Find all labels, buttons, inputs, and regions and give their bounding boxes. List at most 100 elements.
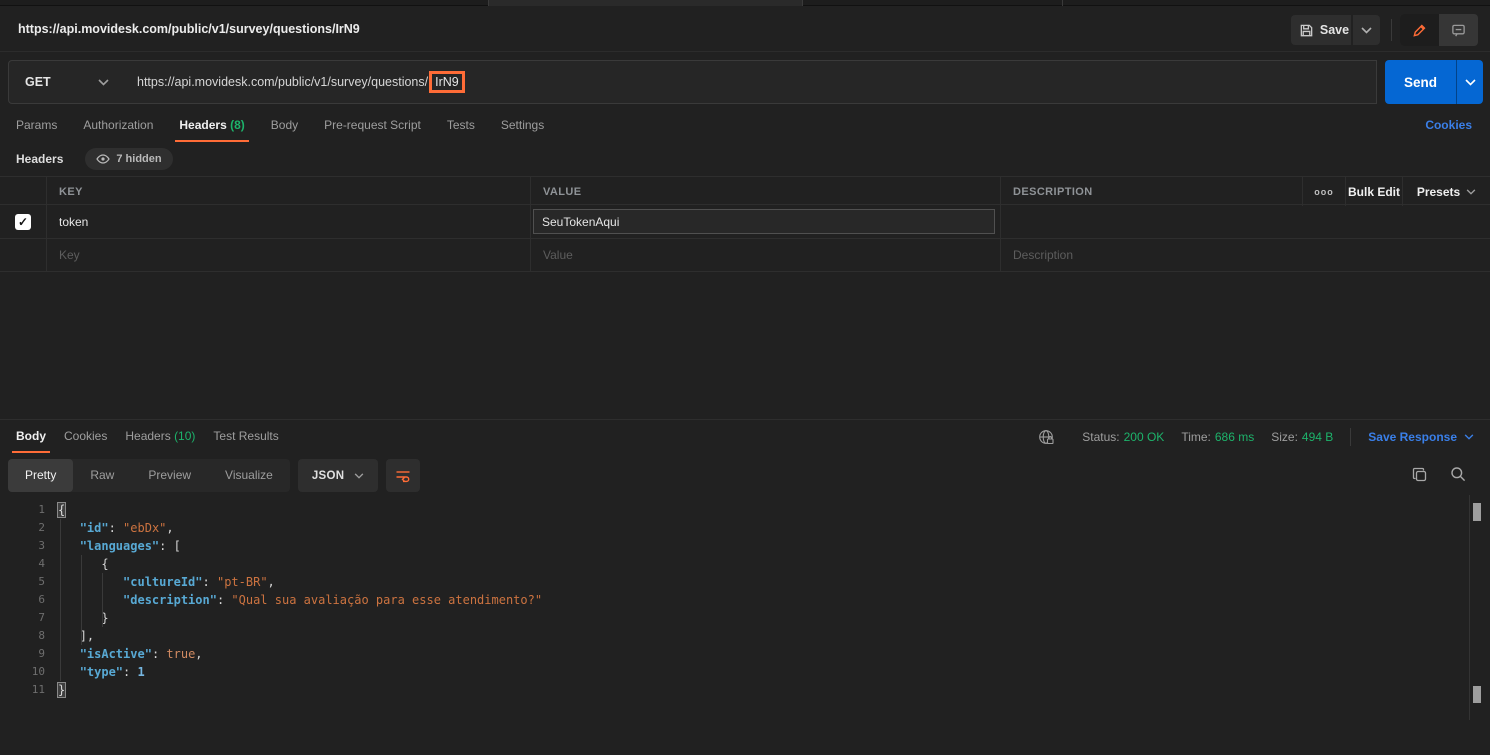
tab-divider xyxy=(802,0,803,6)
response-tab-bar: Body Cookies Headers (10) Test Results xyxy=(12,420,279,454)
method-select[interactable]: GET xyxy=(8,60,122,104)
headers-section-title: Headers xyxy=(16,152,64,166)
url-highlight-box: IrN9 xyxy=(429,71,465,93)
chevron-down-icon xyxy=(1361,26,1372,34)
view-visualize[interactable]: Visualize xyxy=(208,459,290,492)
indent-guide xyxy=(102,573,103,627)
header-key-cell[interactable]: token xyxy=(47,215,88,229)
method-label: GET xyxy=(25,75,51,89)
send-button[interactable]: Send xyxy=(1385,60,1456,104)
table-new-row: Key Value Description xyxy=(0,239,1490,272)
response-tab-headers[interactable]: Headers (10) xyxy=(125,421,195,453)
code-line: 6 "description": "Qual sua avaliação par… xyxy=(0,591,1490,609)
response-tab-body[interactable]: Body xyxy=(12,421,50,453)
save-label: Save xyxy=(1319,23,1350,37)
response-body-viewer[interactable]: 1{2 "id": "ebDx", 3 "languages": [4 {5 "c… xyxy=(0,495,1490,755)
view-raw[interactable]: Raw xyxy=(73,459,131,492)
indent-guide xyxy=(81,555,82,645)
more-options-icon[interactable]: ooo xyxy=(1302,177,1345,206)
time-value: 686 ms xyxy=(1214,430,1255,444)
size-label: Size: xyxy=(1271,430,1298,444)
comment-icon xyxy=(1451,23,1466,38)
tab-headers[interactable]: Headers (8) xyxy=(175,110,250,142)
indent-guide xyxy=(60,519,61,681)
line-number: 6 xyxy=(38,593,45,606)
tab-pre-request-script[interactable]: Pre-request Script xyxy=(324,110,421,142)
header-value-input[interactable]: SeuTokenAqui xyxy=(533,209,995,234)
code-line: 11} xyxy=(0,681,1490,699)
view-preview[interactable]: Preview xyxy=(131,459,208,492)
eye-icon xyxy=(96,154,111,164)
line-number: 5 xyxy=(38,575,45,588)
active-tab-segment xyxy=(488,0,802,6)
headers-count: (8) xyxy=(230,118,245,132)
code-line: 2 "id": "ebDx", xyxy=(0,519,1490,537)
send-options-button[interactable] xyxy=(1456,60,1483,104)
code-line: 10 "type": 1 xyxy=(0,663,1490,681)
new-key-input[interactable]: Key xyxy=(47,248,80,262)
view-pretty[interactable]: Pretty xyxy=(8,459,74,492)
globe-lock-icon xyxy=(1038,429,1055,446)
comment-button[interactable] xyxy=(1439,14,1478,46)
send-label: Send xyxy=(1403,74,1437,90)
format-select[interactable]: JSON xyxy=(297,459,379,492)
hidden-headers-toggle[interactable]: 7 hidden xyxy=(85,148,173,170)
url-text: https://api.movidesk.com/public/v1/surve… xyxy=(137,75,429,89)
wrap-lines-button[interactable] xyxy=(386,459,421,492)
table-header-row: KEY VALUE DESCRIPTION ooo Bulk Edit Pres… xyxy=(0,176,1490,206)
edit-comment-group xyxy=(1400,14,1478,46)
headers-meta-row: Headers 7 hidden xyxy=(16,146,173,172)
response-toolbar: Pretty Raw Preview Visualize JSON xyxy=(8,459,421,492)
line-number: 2 xyxy=(38,521,45,534)
scrollbar-mark[interactable] xyxy=(1473,686,1481,703)
save-response-button[interactable]: Save Response xyxy=(1368,430,1474,444)
response-tab-cookies[interactable]: Cookies xyxy=(64,421,107,453)
line-number: 8 xyxy=(38,629,45,642)
save-options-button[interactable] xyxy=(1352,15,1380,45)
new-value-input[interactable]: Value xyxy=(531,248,573,262)
divider xyxy=(1350,428,1352,446)
copy-icon[interactable] xyxy=(1411,466,1428,488)
code-line: 7 } xyxy=(0,609,1490,627)
hidden-badge-label: 7 hidden xyxy=(116,153,162,165)
search-icon[interactable] xyxy=(1450,466,1466,487)
divider xyxy=(1391,19,1392,41)
request-title: https://api.movidesk.com/public/v1/surve… xyxy=(18,22,360,36)
tab-authorization[interactable]: Authorization xyxy=(83,110,153,142)
header-description-cell[interactable] xyxy=(1000,205,1490,238)
tab-divider xyxy=(488,0,489,6)
table-row: token SeuTokenAqui xyxy=(0,205,1490,239)
response-tab-test-results[interactable]: Test Results xyxy=(213,421,278,453)
new-description-input[interactable]: Description xyxy=(1001,248,1073,262)
scrollbar-mark[interactable] xyxy=(1473,503,1481,521)
url-input[interactable]: https://api.movidesk.com/public/v1/surve… xyxy=(121,60,1377,104)
code-line: 4 { xyxy=(0,555,1490,573)
column-value: VALUE xyxy=(543,185,582,198)
wrap-text-icon xyxy=(395,469,411,483)
pencil-icon xyxy=(1412,23,1427,38)
tab-params[interactable]: Params xyxy=(16,110,57,142)
chevron-down-icon xyxy=(1466,188,1476,195)
line-number: 3 xyxy=(38,539,45,552)
bulk-edit-button[interactable]: Bulk Edit xyxy=(1345,177,1402,206)
presets-button[interactable]: Presets xyxy=(1402,177,1490,206)
cookies-link[interactable]: Cookies xyxy=(1425,110,1472,142)
line-number: 10 xyxy=(31,665,45,678)
tab-body[interactable]: Body xyxy=(271,110,298,142)
column-description: DESCRIPTION xyxy=(1013,185,1093,198)
chevron-down-icon xyxy=(355,472,364,479)
select-all-cell xyxy=(0,177,46,206)
tab-settings[interactable]: Settings xyxy=(501,110,544,142)
response-headers-count: (10) xyxy=(174,429,196,443)
column-key: KEY xyxy=(59,185,83,198)
row-checkbox[interactable] xyxy=(15,213,31,230)
view-mode-group: Pretty Raw Preview Visualize xyxy=(8,459,290,492)
request-tab-bar: Params Authorization Headers (8) Body Pr… xyxy=(16,110,544,142)
chevron-down-icon xyxy=(98,78,109,86)
chevron-down-icon xyxy=(1464,434,1474,440)
tab-tests[interactable]: Tests xyxy=(447,110,475,142)
status-label: Status: xyxy=(1082,430,1120,444)
status-value: 200 OK xyxy=(1123,430,1165,444)
save-button[interactable]: Save xyxy=(1291,15,1351,45)
edit-button[interactable] xyxy=(1400,14,1439,46)
